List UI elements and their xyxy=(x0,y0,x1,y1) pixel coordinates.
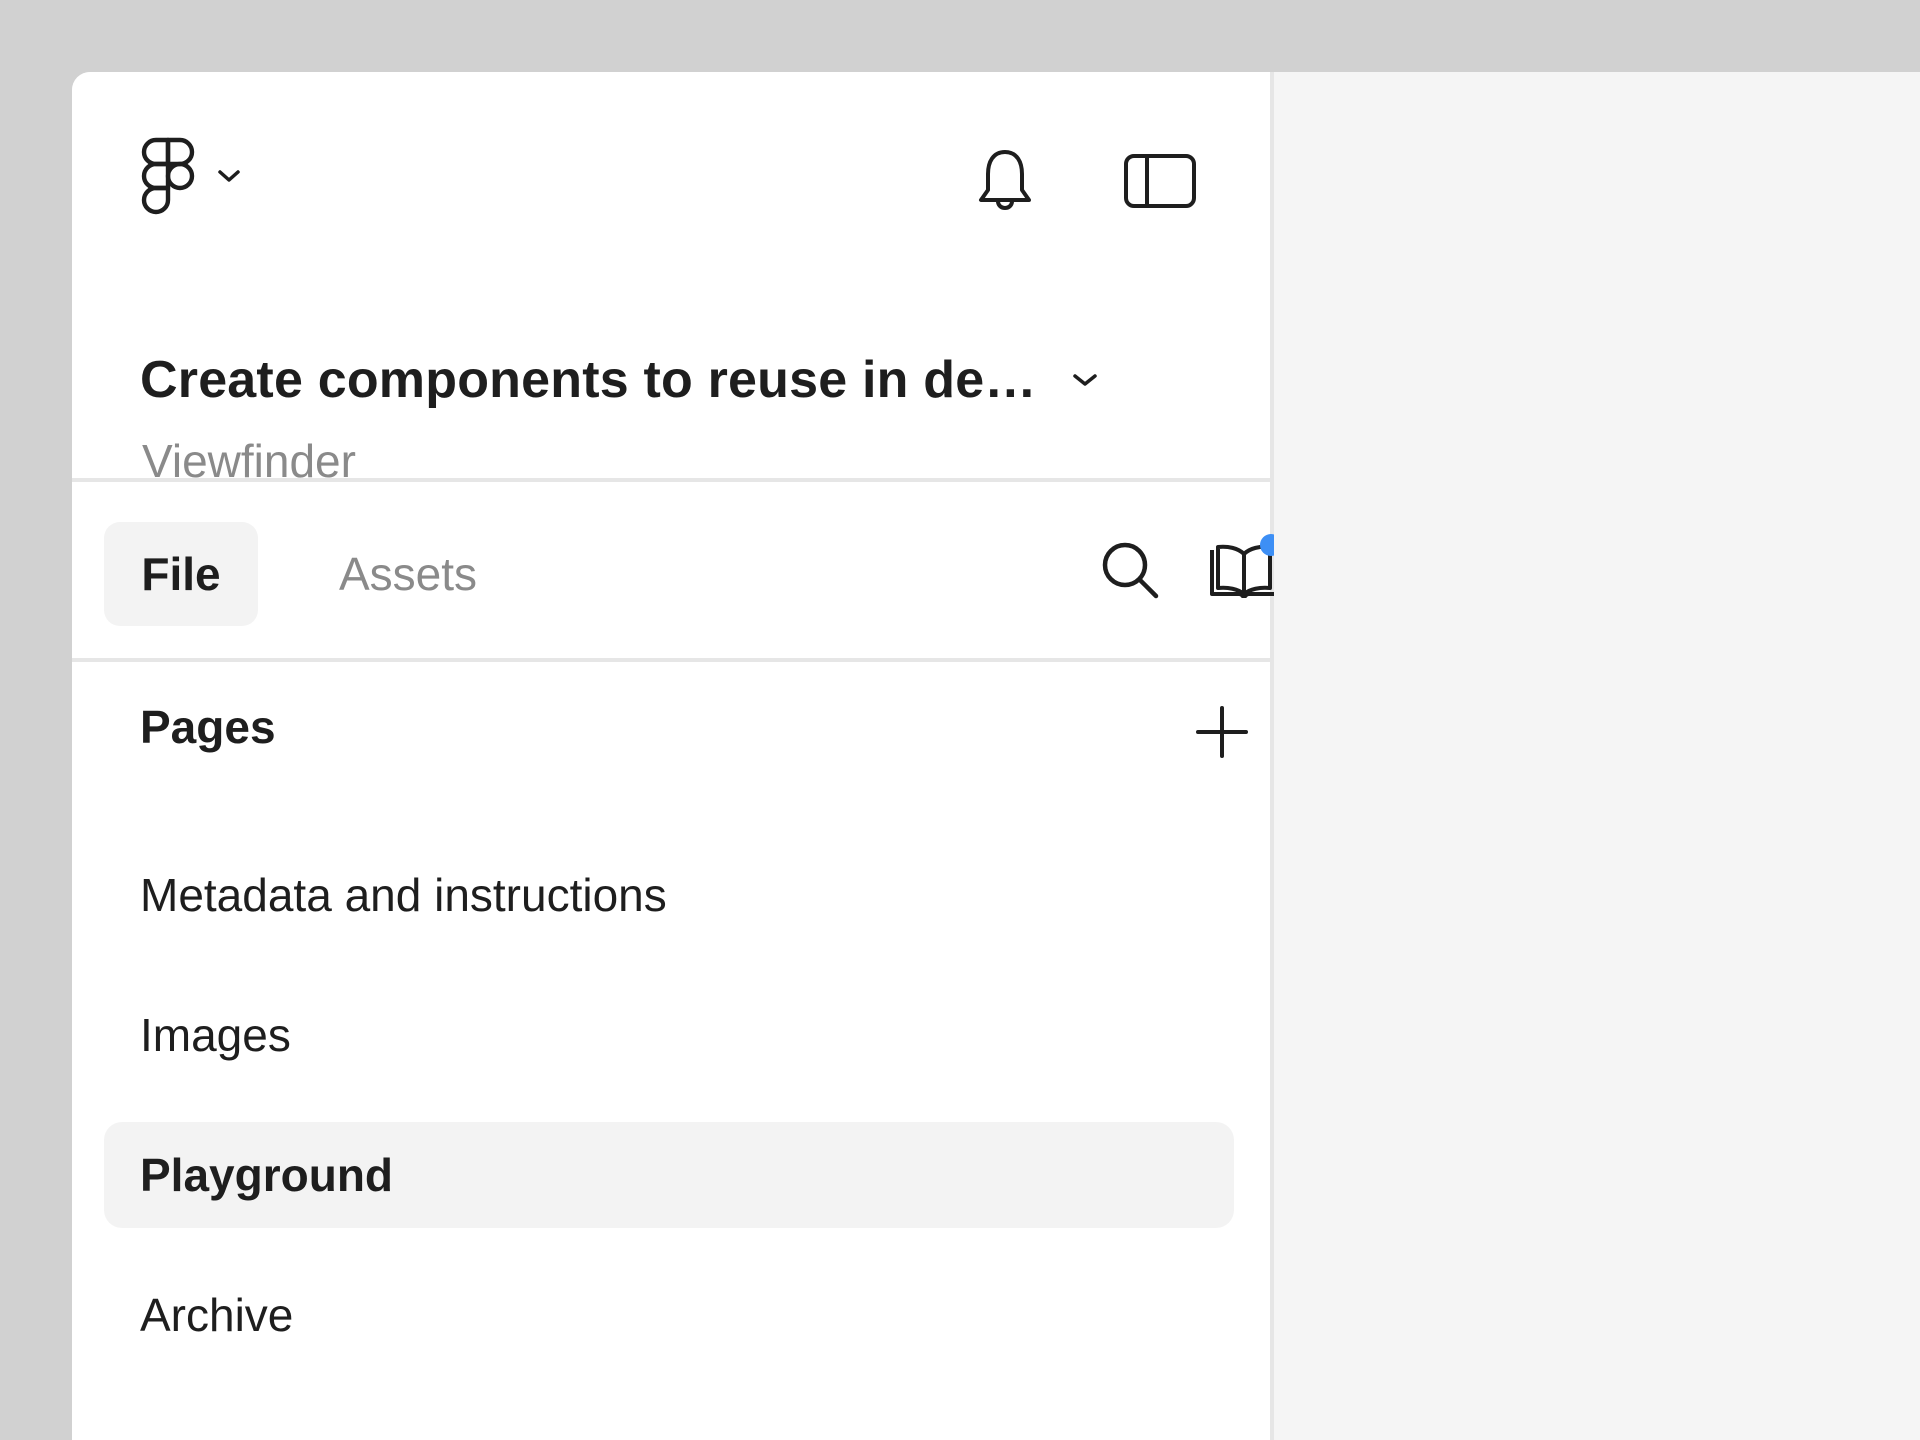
main-menu-button[interactable] xyxy=(138,136,242,221)
file-title-button[interactable]: Create components to reuse in de… xyxy=(140,342,1240,418)
sidebar-panel-icon xyxy=(1123,153,1197,214)
search-button[interactable] xyxy=(1082,520,1178,624)
plus-icon xyxy=(1194,704,1250,765)
chevron-down-icon xyxy=(1071,371,1099,389)
project-name[interactable]: Viewfinder xyxy=(142,434,356,488)
chevron-down-icon xyxy=(216,167,242,190)
page-item-images[interactable]: Images xyxy=(104,982,1234,1088)
search-icon xyxy=(1099,539,1161,606)
tab-file[interactable]: File xyxy=(104,522,258,626)
notifications-button[interactable] xyxy=(960,138,1050,228)
pages-title: Pages xyxy=(140,701,276,753)
toggle-sidebar-button[interactable] xyxy=(1112,138,1208,228)
tab-assets[interactable]: Assets xyxy=(308,522,508,626)
page-item-playground[interactable]: Playground xyxy=(104,1122,1234,1228)
panel-tabs: File Assets xyxy=(72,482,1282,662)
sidebar-header: Create components to reuse in de… Viewfi… xyxy=(72,72,1270,487)
left-sidebar: Create components to reuse in de… Viewfi… xyxy=(72,72,1282,1440)
add-page-button[interactable] xyxy=(1180,692,1264,776)
app-window: Create components to reuse in de… Viewfi… xyxy=(72,72,1920,1440)
canvas-area[interactable] xyxy=(1274,72,1920,1440)
page-item-archive[interactable]: Archive xyxy=(104,1262,1234,1368)
page-item-metadata[interactable]: Metadata and instructions xyxy=(104,842,1234,948)
figma-logo-icon xyxy=(138,136,198,221)
pages-section-header: Pages xyxy=(72,666,1270,792)
file-title: Create components to reuse in de… xyxy=(140,351,1037,409)
bell-icon xyxy=(975,146,1035,221)
